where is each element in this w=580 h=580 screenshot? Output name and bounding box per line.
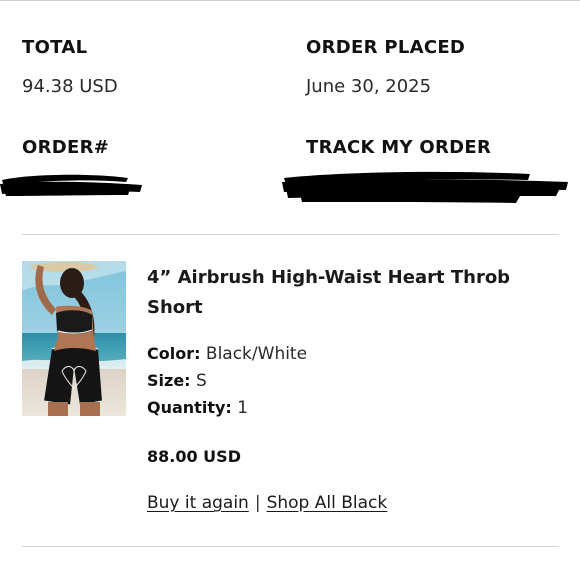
shop-all-black-link[interactable]: Shop All Black (267, 493, 388, 513)
size-value: S (195, 371, 207, 391)
size-row: Size: S (147, 371, 207, 391)
product-actions: Buy it again | Shop All Black (147, 493, 387, 513)
track-order-label: TRACK MY ORDER (306, 137, 492, 158)
quantity-row: Quantity: 1 (147, 398, 248, 418)
tracking-number-redaction (282, 171, 568, 203)
order-number-redaction (0, 174, 142, 196)
product-title[interactable]: 4” Airbrush High-Waist Heart Throb Short (147, 263, 547, 323)
product-image[interactable] (22, 261, 126, 416)
link-separator: | (254, 493, 261, 513)
section-divider-bottom (22, 546, 559, 547)
buy-again-link[interactable]: Buy it again (147, 493, 249, 513)
order-placed-label: ORDER PLACED (306, 37, 466, 58)
product-photo (22, 261, 126, 416)
order-number-label: ORDER# (22, 137, 110, 158)
product-price: 88.00 USD (147, 447, 241, 466)
total-value: 94.38 USD (22, 76, 118, 97)
section-divider-top (22, 234, 559, 235)
color-row: Color: Black/White (147, 344, 307, 364)
color-value: Black/White (205, 344, 308, 364)
total-label: TOTAL (22, 37, 88, 58)
order-placed-date: June 30, 2025 (306, 76, 432, 97)
size-label: Size: (147, 371, 191, 390)
top-divider (0, 0, 580, 1)
quantity-label: Quantity: (147, 398, 232, 417)
color-label: Color: (147, 344, 201, 363)
quantity-value: 1 (237, 398, 249, 418)
